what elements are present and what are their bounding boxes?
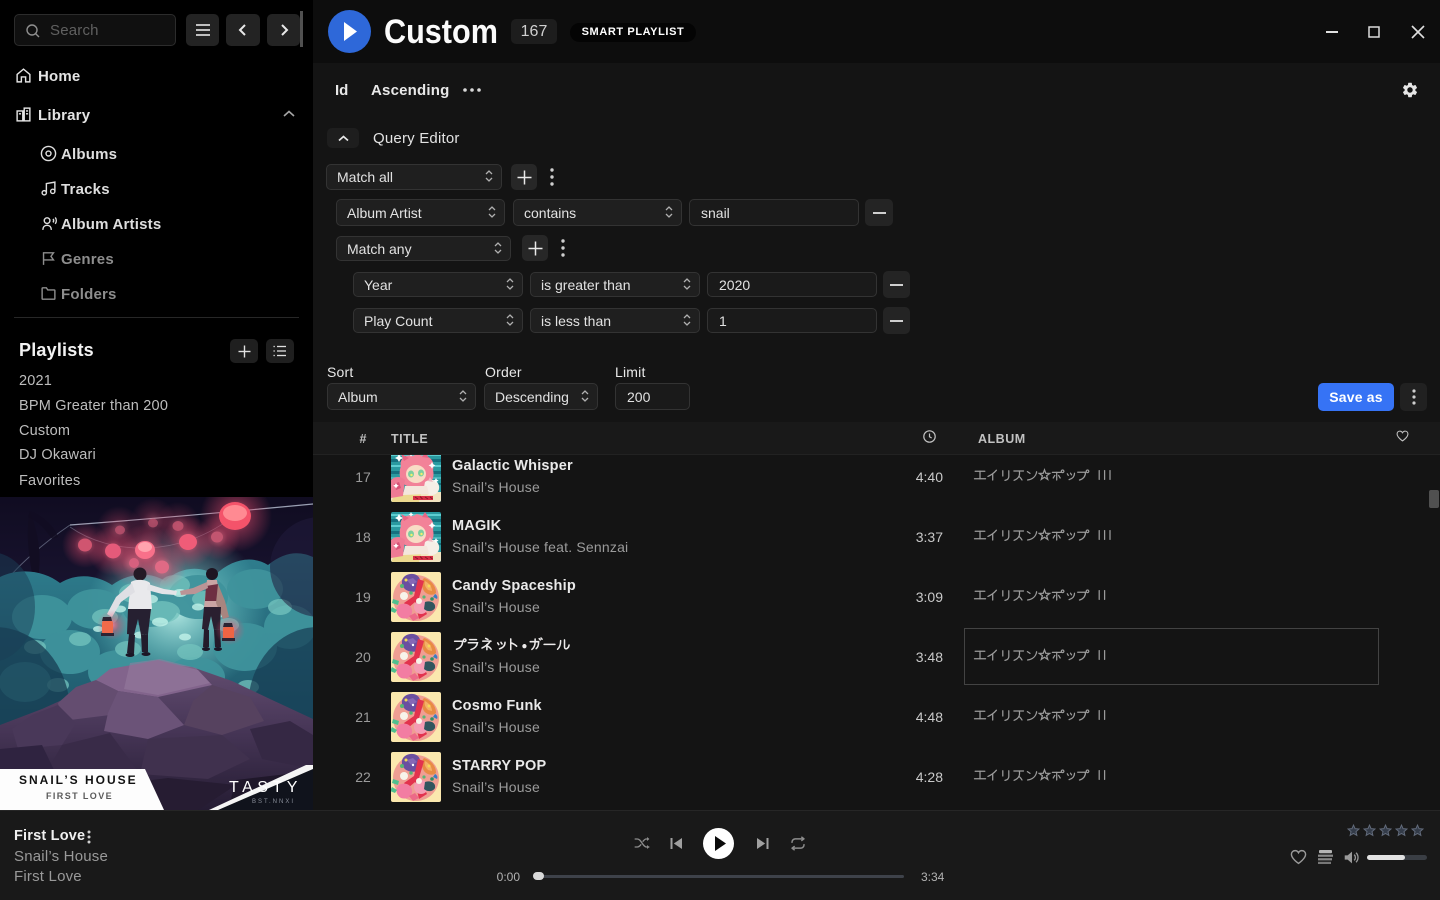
svg-text:TASTY: TASTY	[229, 779, 302, 796]
svg-text:FIRST LOVE: FIRST LOVE	[46, 791, 113, 801]
svg-text:SNAIL’S HOUSE: SNAIL’S HOUSE	[19, 773, 138, 787]
svg-text:BST.NNXI: BST.NNXI	[252, 799, 295, 805]
